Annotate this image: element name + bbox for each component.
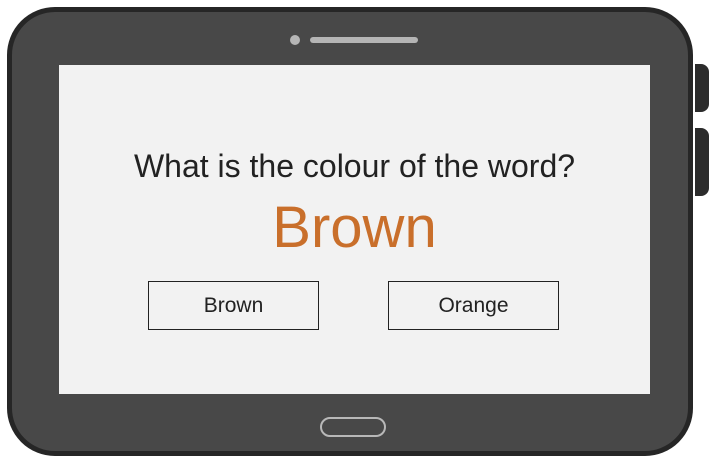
tablet-screen: What is the colour of the word? Brown Br… bbox=[59, 65, 650, 394]
stimulus-word: Brown bbox=[272, 195, 437, 260]
stage: What is the colour of the word? Brown Br… bbox=[0, 0, 709, 463]
home-button[interactable] bbox=[320, 417, 386, 437]
camera-icon bbox=[290, 35, 300, 45]
question-text: What is the colour of the word? bbox=[133, 148, 576, 184]
answer-label: Brown bbox=[203, 293, 264, 317]
volume-button[interactable] bbox=[695, 64, 709, 112]
speaker-grille bbox=[310, 37, 418, 43]
answer-button-brown[interactable]: Brown bbox=[148, 281, 319, 330]
answer-label: Orange bbox=[438, 293, 509, 317]
answer-button-orange[interactable]: Orange bbox=[388, 281, 559, 330]
power-button[interactable] bbox=[695, 128, 709, 196]
